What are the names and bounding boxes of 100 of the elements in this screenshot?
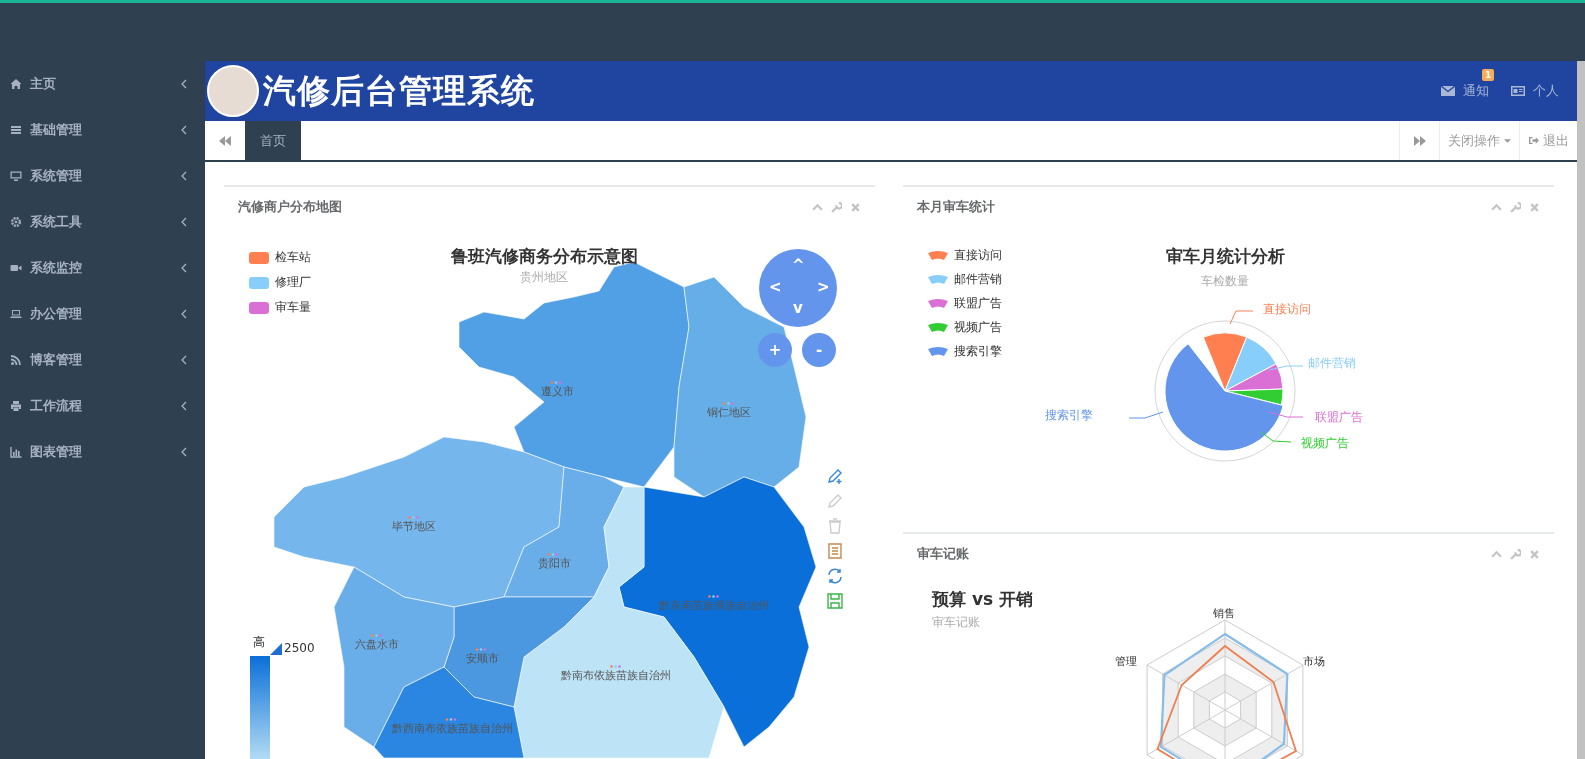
chevron-icon [181, 401, 187, 411]
slice-label: 搜索引擎 [1045, 407, 1093, 424]
pan-down-arrow[interactable]: v [793, 301, 803, 316]
chevron-icon [181, 447, 187, 457]
marker-dots-icon [445, 718, 459, 721]
map-region[interactable] [673, 276, 807, 498]
profile-link[interactable]: 个人 [1511, 82, 1559, 100]
legend-item[interactable]: 审车量 [249, 299, 311, 316]
bar-chart-icon [10, 446, 22, 458]
chevron-icon [181, 125, 187, 135]
visual-map-label: 高 [253, 634, 265, 651]
collapse-icon[interactable] [1491, 201, 1502, 213]
marker-dots-icon [550, 381, 564, 384]
pie-slice[interactable] [1164, 343, 1284, 452]
menu-icon [10, 124, 22, 136]
collapse-icon[interactable] [812, 201, 823, 213]
panel-title: 汽修商户分布地图 [238, 198, 342, 216]
region-label: 毕节地区 [392, 519, 436, 534]
chevron-icon [181, 355, 187, 365]
sidebar-item[interactable]: 系统管理 [0, 153, 205, 199]
sidebar-item[interactable]: 系统工具 [0, 199, 205, 245]
close-icon[interactable] [1529, 548, 1540, 560]
pie-slice[interactable] [1224, 363, 1284, 392]
legend-label: 检车站 [275, 249, 311, 266]
legend-item[interactable]: 邮件营销 [928, 271, 1002, 288]
notification-badge: 1 [1482, 69, 1495, 81]
chart-subtitle: 车检数量 [1201, 273, 1249, 290]
pan-right-arrow[interactable]: > [817, 280, 830, 295]
legend-item[interactable]: 检车站 [249, 249, 311, 266]
pan-control[interactable]: ^ < > v [759, 249, 837, 327]
sidebar-item[interactable]: 基础管理 [0, 107, 205, 153]
map-region[interactable] [503, 466, 625, 598]
region-label: 黔西南布依族苗族自治州 [391, 721, 513, 736]
panel-title: 审车记账 [917, 545, 969, 563]
sidebar-item[interactable]: 主页 [0, 61, 205, 107]
legend-item[interactable]: 搜索引擎 [928, 343, 1002, 360]
slice-label: 直接访问 [1263, 301, 1311, 318]
pencil-icon[interactable] [826, 492, 844, 510]
scrollbar[interactable] [1577, 61, 1585, 759]
pencil-plus-icon[interactable] [826, 467, 844, 485]
marker-dots-icon [609, 665, 623, 668]
legend-item[interactable]: 直接访问 [928, 247, 1002, 264]
leader-line [1229, 310, 1254, 325]
leader-line [1128, 411, 1164, 419]
pan-up-arrow[interactable]: ^ [792, 258, 805, 273]
visual-map-gradient[interactable] [250, 656, 270, 759]
slice-label: 邮件营销 [1308, 355, 1356, 372]
visual-map-value: 2500 [284, 641, 315, 655]
pie-slice[interactable] [1202, 332, 1248, 392]
sidebar-item[interactable]: 工作流程 [0, 383, 205, 429]
video-camera-icon [10, 262, 22, 274]
sign-out-icon [1528, 136, 1539, 145]
map-region[interactable] [373, 666, 525, 758]
chevron-icon [181, 263, 187, 273]
legend-item[interactable]: 修理厂 [249, 274, 311, 291]
legend-label: 审车量 [275, 299, 311, 316]
id-card-icon [1511, 86, 1525, 96]
map-region[interactable] [443, 596, 595, 708]
avatar-placeholder [207, 65, 259, 117]
collapse-icon[interactable] [1491, 548, 1502, 560]
sidebar-item[interactable]: 系统监控 [0, 245, 205, 291]
legend-label: 直接访问 [954, 247, 1002, 264]
region-label: 黔东南苗族侗族自治州 [659, 598, 769, 613]
envelope-icon [1441, 86, 1455, 96]
sidebar-item[interactable]: 博客管理 [0, 337, 205, 383]
zoom-out-button[interactable]: - [802, 333, 836, 367]
legend-label: 视频广告 [954, 319, 1002, 336]
document-icon[interactable] [826, 542, 844, 560]
legend-label: 搜索引擎 [954, 343, 1002, 360]
region-label: 黔南布依族苗族自治州 [561, 668, 671, 683]
page-tab[interactable]: 首页 [245, 121, 301, 160]
panel-title: 本月审车统计 [917, 198, 995, 216]
map-region[interactable] [513, 486, 725, 758]
wrench-icon[interactable] [1510, 548, 1521, 560]
pan-left-arrow[interactable]: < [769, 280, 782, 295]
slice-label: 视频广告 [1301, 435, 1349, 452]
visual-map-handle-icon[interactable] [270, 643, 282, 655]
chevron-icon [181, 309, 187, 319]
region-label: 遵义市 [540, 384, 574, 399]
sidebar-item[interactable]: 图表管理 [0, 429, 205, 475]
radar-axis-label: 市场 [1303, 654, 1325, 669]
pie-slice[interactable] [1224, 336, 1277, 392]
marker-dots-icon [707, 595, 721, 598]
radar-axis-label: 销售 [1213, 606, 1235, 621]
trash-icon[interactable] [826, 517, 844, 535]
wrench-icon[interactable] [831, 201, 842, 213]
radar-axis-label: 管理 [1115, 654, 1137, 669]
chart-title: 审车月统计分析 [1165, 245, 1285, 268]
legend-item[interactable]: 视频广告 [928, 319, 1002, 336]
legend-item[interactable]: 联盟广告 [928, 295, 1002, 312]
notification-link[interactable]: 通知 [1441, 82, 1489, 100]
sidebar-item[interactable]: 办公管理 [0, 291, 205, 337]
leader-line [1268, 365, 1304, 371]
marker-dots-icon [547, 553, 561, 556]
refresh-icon[interactable] [826, 567, 844, 585]
save-icon[interactable] [826, 592, 844, 610]
close-icon[interactable] [850, 201, 861, 213]
close-icon[interactable] [1529, 201, 1540, 213]
region-label: 六盘水市 [355, 637, 399, 652]
wrench-icon[interactable] [1510, 201, 1521, 213]
